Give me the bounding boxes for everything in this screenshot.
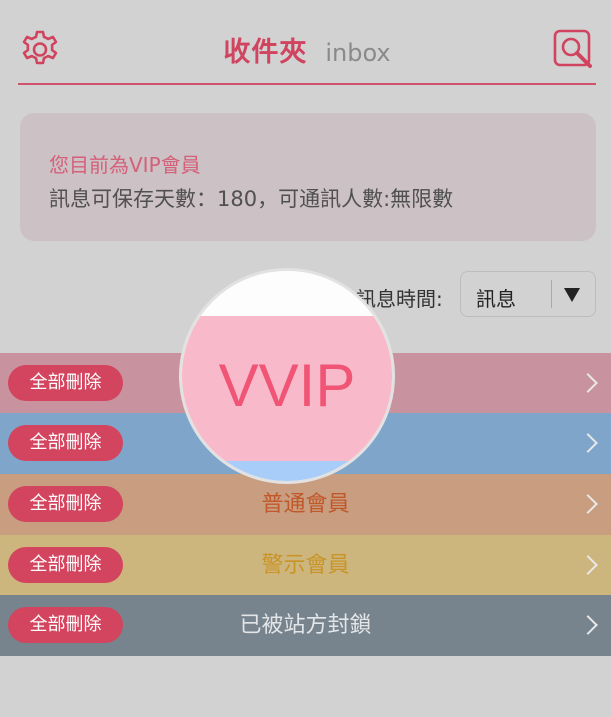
page-title: 收件夾 inbox: [18, 30, 596, 69]
delete-all-button[interactable]: 全部刪除: [8, 425, 123, 461]
select-divider: [551, 280, 552, 308]
magnified-label: VVIP: [218, 352, 356, 419]
category-row-normal[interactable]: 全部刪除 普通會員: [0, 474, 611, 535]
zoom-magnifier: VVIP: [179, 268, 395, 484]
search-icon[interactable]: [552, 28, 596, 72]
membership-details: 訊息可保存天數：180，可通訊人數:無限數: [49, 187, 454, 211]
magnifier-top-band: [182, 271, 392, 316]
chevron-right-icon: [578, 433, 598, 453]
category-row-blocked[interactable]: 全部刪除 已被站方封鎖: [0, 595, 611, 656]
chevron-down-icon: [564, 288, 580, 302]
membership-card: 您目前為VIP會員 訊息可保存天數：180，可通訊人數:無限數: [20, 113, 596, 241]
sort-selected-value: 訊息: [476, 287, 516, 311]
sort-select[interactable]: 訊息: [460, 271, 596, 317]
category-row-warning[interactable]: 全部刪除 警示會員: [0, 535, 611, 596]
membership-status: 您目前為VIP會員: [49, 153, 201, 177]
magnifier-vip-band: [182, 461, 392, 481]
category-label: 已被站方封鎖: [239, 613, 372, 638]
category-label: 普通會員: [261, 492, 350, 517]
title-main: 收件夾: [223, 37, 308, 68]
title-sub: inbox: [325, 39, 391, 67]
category-label: 警示會員: [261, 553, 350, 578]
header: 收件夾 inbox: [18, 0, 596, 85]
